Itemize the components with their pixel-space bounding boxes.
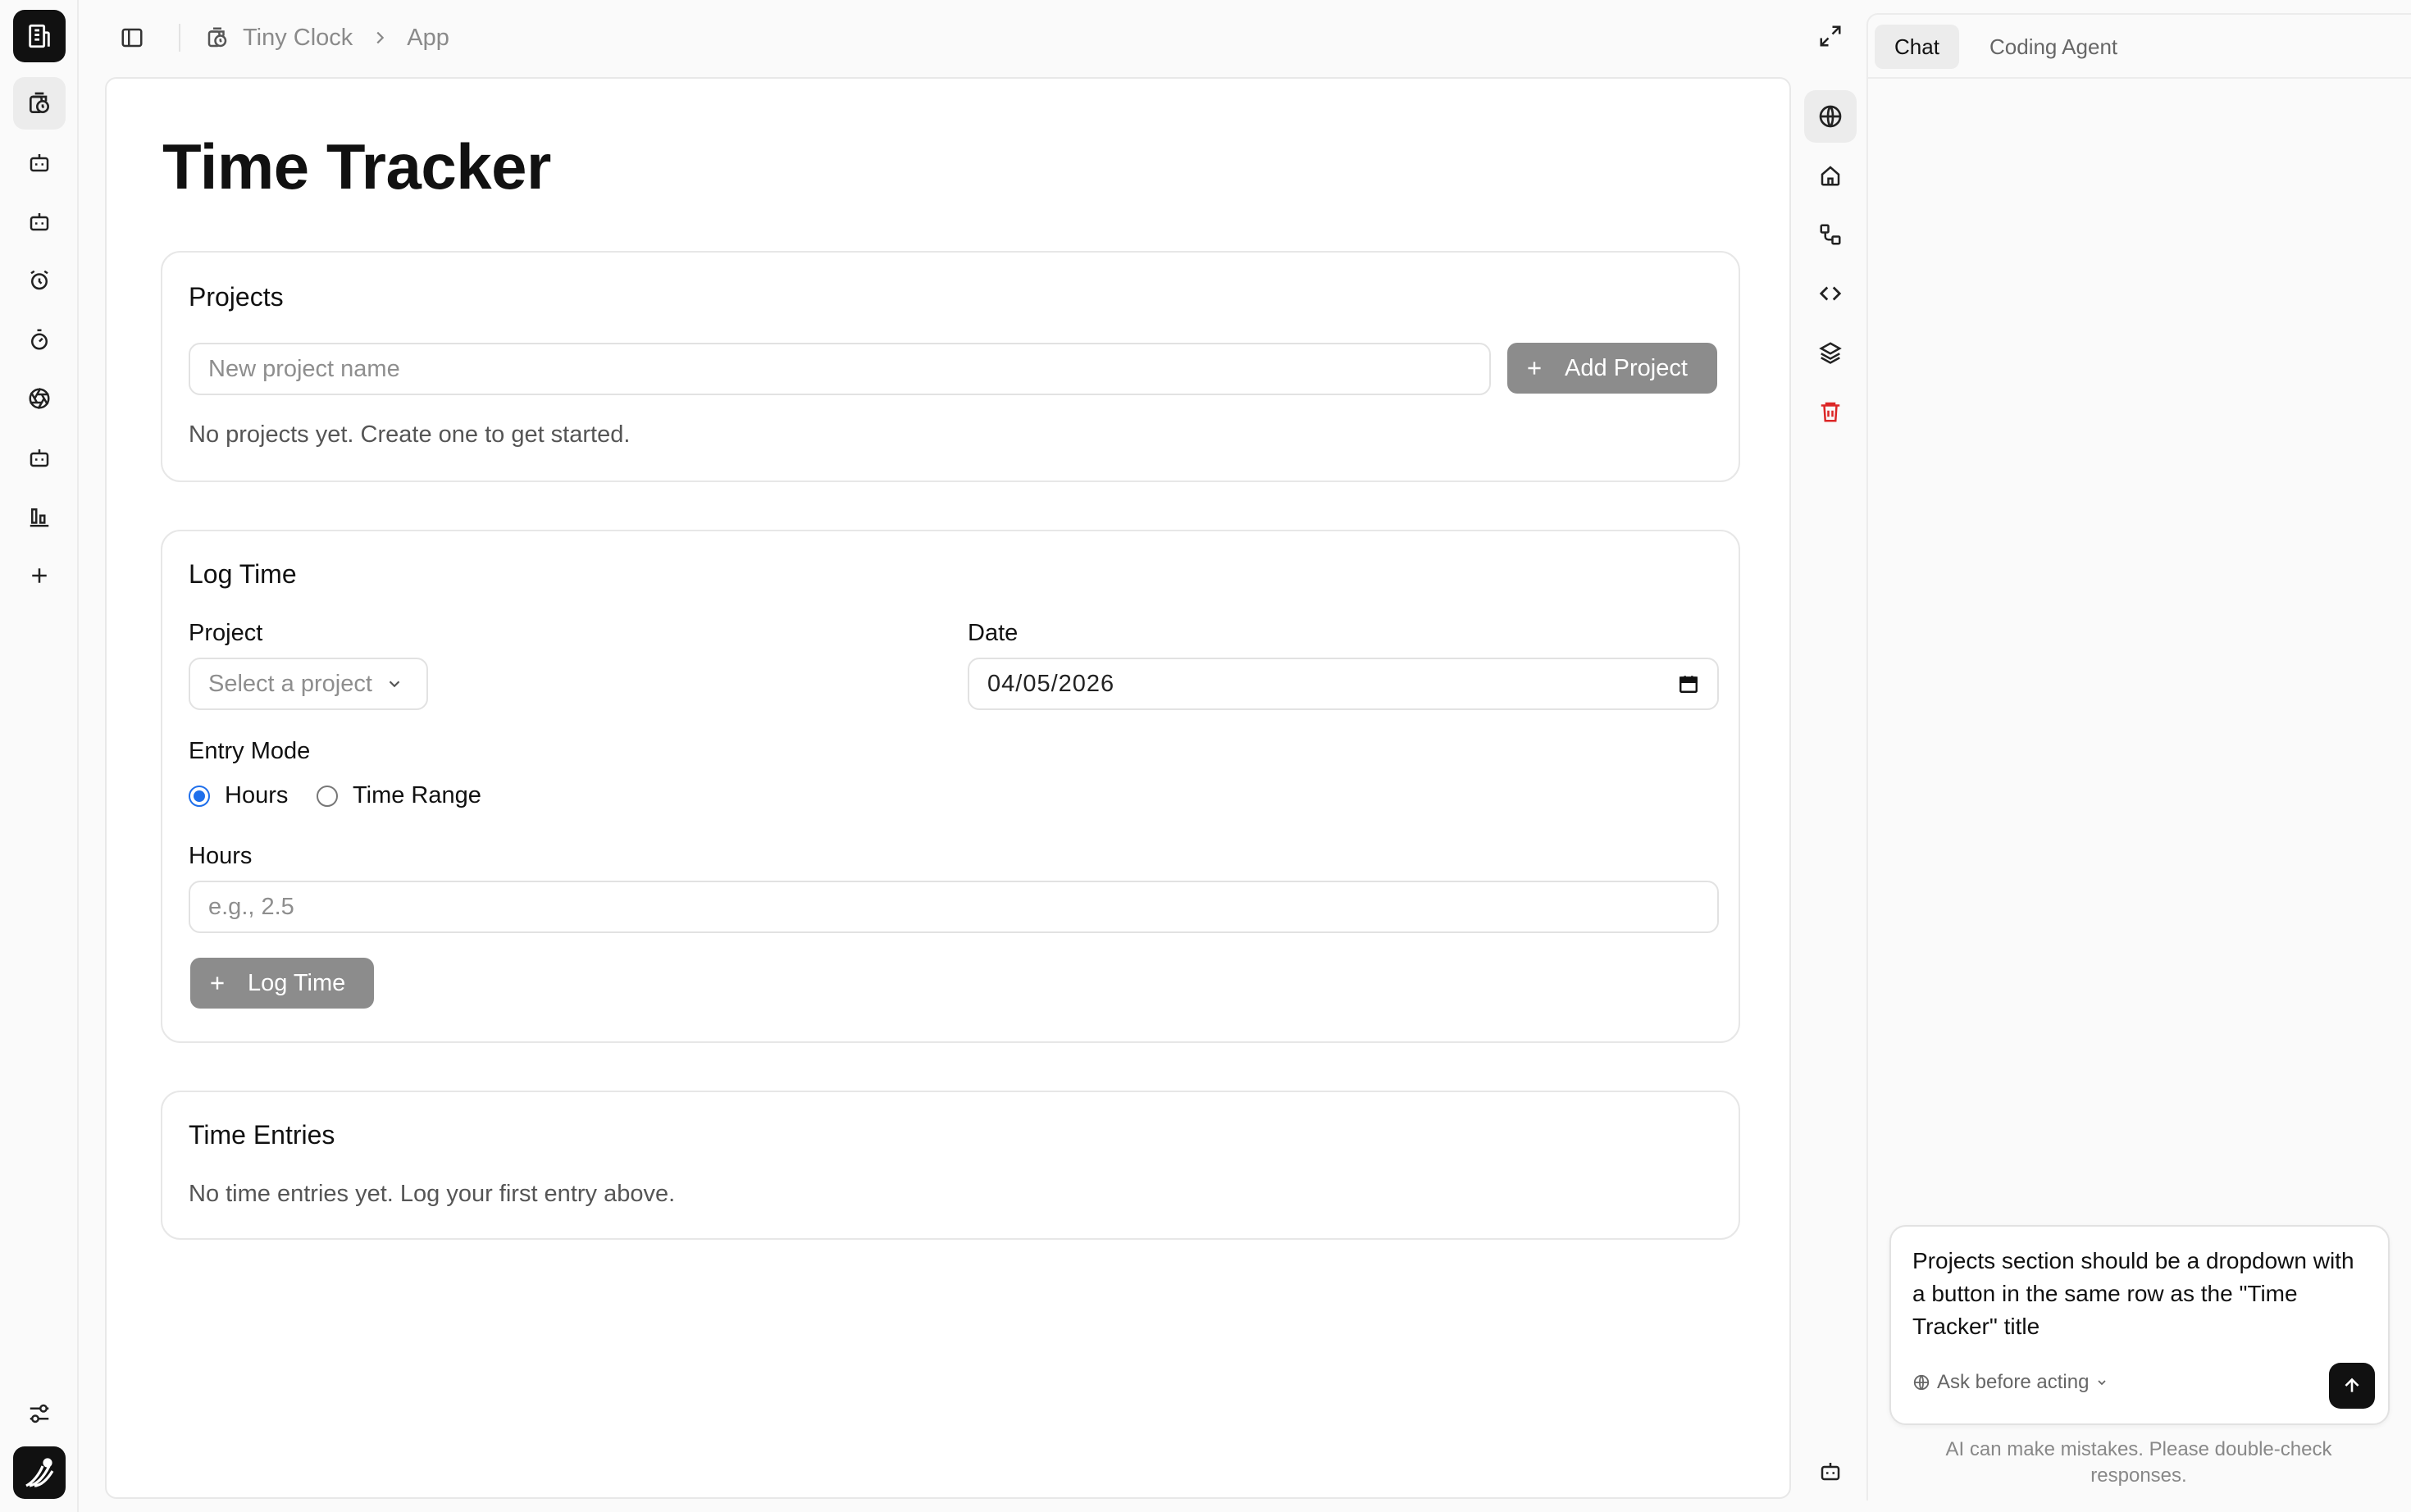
divider	[179, 24, 180, 52]
date-label: Date	[968, 620, 1019, 646]
aperture-icon[interactable]	[13, 372, 66, 425]
hours-radio[interactable]	[189, 786, 210, 807]
mode-selector[interactable]: Ask before acting	[1912, 1371, 2115, 1394]
hours-radio-label[interactable]: Hours	[225, 782, 288, 809]
log-time-card: Log Time Project Select a project Date 0…	[161, 530, 1740, 1043]
chevron-right-icon	[371, 29, 389, 47]
add-project-button[interactable]: Add Project	[1507, 343, 1717, 394]
breadcrumb: Tiny Clock App	[205, 25, 449, 52]
alarm-icon[interactable]	[13, 254, 66, 307]
bot-icon[interactable]	[13, 431, 66, 484]
chat-pane: Chat Coding Agent Projects section shoul…	[1866, 13, 2411, 1501]
expand-icon[interactable]	[1804, 10, 1857, 62]
chart-icon[interactable]	[13, 490, 66, 543]
settings-sliders-icon[interactable]	[13, 1387, 66, 1440]
log-time-title: Log Time	[189, 559, 297, 589]
new-project-placeholder: New project name	[208, 355, 400, 382]
time-range-radio[interactable]	[317, 786, 338, 807]
disclaimer-text: AI can make mistakes. Please double-chec…	[1945, 1438, 2332, 1487]
bot-icon[interactable]	[1804, 1445, 1857, 1497]
chevron-down-icon	[2098, 1380, 2107, 1386]
sidebar-toggle-icon[interactable]	[103, 11, 161, 64]
time-entries-title: Time Entries	[189, 1120, 335, 1150]
date-value: 04/05/2026	[987, 670, 1115, 697]
project-select[interactable]: Select a project	[189, 658, 428, 710]
project-select-value: Select a project	[208, 670, 372, 697]
projects-title: Projects	[189, 282, 284, 312]
chat-tabs: Chat Coding Agent	[1868, 15, 2411, 79]
log-time-button-label: Log Time	[248, 969, 346, 996]
trash-icon[interactable]	[1804, 385, 1857, 438]
tab-coding-agent[interactable]: Coding Agent	[1970, 25, 2137, 69]
time-entries-empty-text: No time entries yet. Log your first entr…	[189, 1181, 676, 1207]
new-project-input[interactable]: New project name	[189, 343, 1491, 395]
layers-icon[interactable]	[1804, 326, 1857, 379]
tab-chat[interactable]: Chat	[1875, 25, 1959, 69]
bot-icon[interactable]	[13, 195, 66, 248]
entry-mode-label: Entry Mode	[189, 738, 311, 764]
workspace-logo-icon[interactable]	[13, 10, 66, 62]
chat-input[interactable]: Projects section should be a dropdown wi…	[1912, 1245, 2372, 1343]
home-icon[interactable]	[1804, 149, 1857, 202]
plus-icon	[1528, 362, 1541, 375]
clock-app-icon[interactable]	[13, 77, 66, 130]
avatar[interactable]	[13, 1446, 66, 1499]
workflow-icon[interactable]	[1804, 208, 1857, 261]
globe-icon[interactable]	[1804, 90, 1857, 143]
projects-empty-text: No projects yet. Create one to get start…	[189, 421, 631, 448]
code-icon[interactable]	[1804, 267, 1857, 320]
calendar-icon[interactable]	[1678, 673, 1699, 695]
plus-icon	[211, 977, 224, 990]
top-bar: Tiny Clock App	[79, 0, 1834, 75]
chevron-down-icon	[389, 681, 400, 688]
hours-label: Hours	[189, 843, 253, 869]
projects-card: Projects New project name Add Project No…	[161, 251, 1740, 482]
time-entries-card: Time Entries No time entries yet. Log yo…	[161, 1091, 1740, 1240]
globe-icon	[1913, 1374, 1930, 1391]
add-project-label: Add Project	[1565, 354, 1688, 381]
mode-label: Ask before acting	[1937, 1371, 2090, 1393]
left-rail	[0, 0, 79, 1512]
hours-placeholder: e.g., 2.5	[208, 893, 294, 920]
breadcrumb-project-link[interactable]: Tiny Clock	[243, 25, 353, 52]
clock-app-icon	[205, 25, 230, 50]
send-button[interactable]	[2329, 1363, 2375, 1409]
project-label: Project	[189, 620, 263, 646]
breadcrumb-current-page: App	[407, 24, 449, 51]
time-range-radio-label[interactable]: Time Range	[353, 782, 481, 809]
page-title: Time Tracker	[162, 130, 551, 203]
hours-input[interactable]: e.g., 2.5	[189, 881, 1719, 933]
chat-composer[interactable]: Projects section should be a dropdown wi…	[1889, 1225, 2390, 1425]
bot-icon[interactable]	[13, 136, 66, 189]
arrow-up-icon	[2345, 1378, 2359, 1392]
date-input[interactable]: 04/05/2026	[968, 658, 1719, 710]
log-time-button[interactable]: Log Time	[190, 958, 374, 1009]
timer-icon[interactable]	[13, 313, 66, 366]
app-preview: Time Tracker Projects New project name A…	[105, 77, 1791, 1499]
plus-icon[interactable]	[13, 549, 66, 602]
